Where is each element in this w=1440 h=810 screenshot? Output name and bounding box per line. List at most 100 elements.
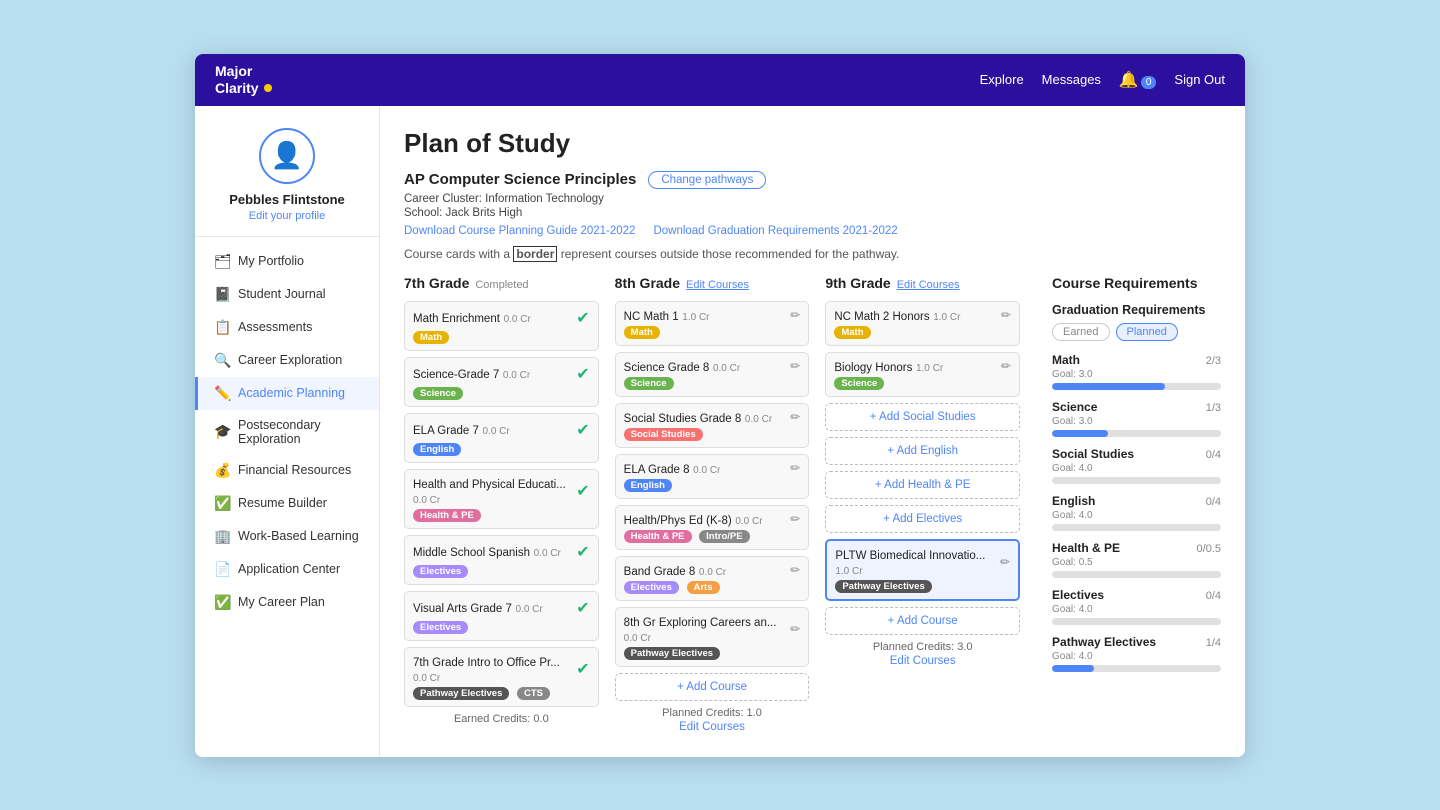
course-name: ELA Grade 7 (413, 425, 479, 437)
edit-icon[interactable]: ✏ (790, 308, 800, 322)
edit-icon[interactable]: ✏ (1001, 359, 1011, 373)
add-social-studies-button[interactable]: + Add Social Studies (825, 403, 1020, 431)
assessments-icon: 📋 (214, 319, 230, 336)
earned-toggle-button[interactable]: Earned (1052, 323, 1109, 341)
grade8-title: 8th Grade (615, 275, 680, 291)
edit-icon[interactable]: ✏ (790, 622, 800, 636)
notification-bell[interactable]: 🔔0 (1119, 70, 1156, 90)
sidebar-item-portfolio[interactable]: 🗂 My Portfolio (195, 245, 379, 278)
sidebar-item-workbased[interactable]: 🏢 Work-Based Learning (195, 520, 379, 553)
course-credits: 0.0 Cr (699, 567, 726, 578)
add-course-button[interactable]: + Add Course (615, 673, 810, 701)
grade8-edit-courses-link[interactable]: Edit Courses (615, 721, 810, 733)
edit-icon[interactable]: ✏ (790, 359, 800, 373)
course-name: Math Enrichment (413, 313, 500, 325)
school-name: School: Jack Brits High (404, 207, 1221, 219)
course-tag: Science (413, 387, 463, 400)
edit-icon[interactable]: ✏ (790, 512, 800, 526)
course-name: NC Math 1 (624, 311, 679, 323)
add-course-button-9[interactable]: + Add Course (825, 607, 1020, 635)
edit-icon[interactable]: ✏ (790, 410, 800, 424)
req-item-name: Science (1052, 400, 1097, 414)
sidebar-item-postsecondary[interactable]: 🎓 Postsecondary Exploration (195, 410, 379, 454)
messages-link[interactable]: Messages (1042, 72, 1101, 87)
careerplan-icon: ✅ (214, 594, 230, 611)
download-graduation-req-link[interactable]: Download Graduation Requirements 2021-20… (653, 225, 897, 237)
edit-profile-link[interactable]: Edit your profile (249, 210, 325, 222)
add-english-button[interactable]: + Add English (825, 437, 1020, 465)
add-health-pe-button[interactable]: + Add Health & PE (825, 471, 1020, 499)
course-card: Health/Phys Ed (K-8) 0.0 Cr ✏ Health & P… (615, 505, 810, 550)
explore-link[interactable]: Explore (980, 72, 1024, 87)
grade8-column: 8th Grade Edit Courses NC Math 1 1.0 Cr … (615, 275, 810, 733)
sidebar-item-careerplan[interactable]: ✅ My Career Plan (195, 586, 379, 619)
grade9-edit-courses-link[interactable]: Edit Courses (825, 655, 1020, 667)
logo-text-line1: Major (215, 63, 272, 80)
avatar-icon: 👤 (271, 140, 303, 171)
grade9-edit-link[interactable]: Edit Courses (897, 279, 960, 291)
course-name: Science-Grade 7 (413, 369, 499, 381)
sidebar-item-academic[interactable]: ✏️ Academic Planning (195, 377, 379, 410)
course-name: ELA Grade 8 (624, 464, 690, 476)
req-item-goal: Goal: 3.0 (1052, 369, 1221, 380)
course-tag: Health & PE (413, 509, 481, 522)
course-credits: 1.0 Cr (916, 363, 943, 374)
req-item-count: 0/4 (1206, 590, 1221, 602)
sidebar-item-financial[interactable]: 💰 Financial Resources (195, 454, 379, 487)
course-name: Science Grade 8 (624, 362, 710, 374)
course-credits: 1.0 Cr (933, 312, 960, 323)
main-layout: 👤 Pebbles Flintstone Edit your profile 🗂… (195, 106, 1245, 757)
course-card: Science Grade 8 0.0 Cr ✏ Science (615, 352, 810, 397)
course-card: Middle School Spanish 0.0 Cr ✔ Electives (404, 535, 599, 585)
sidebar-item-resume[interactable]: ✅ Resume Builder (195, 487, 379, 520)
req-item-goal: Goal: 3.0 (1052, 416, 1221, 427)
sidebar-item-career[interactable]: 🔍 Career Exploration (195, 344, 379, 377)
pathway-name: AP Computer Science Principles (404, 171, 636, 188)
top-nav: Major Clarity Explore Messages 🔔0 Sign O… (195, 54, 1245, 106)
sidebar-item-assessments[interactable]: 📋 Assessments (195, 311, 379, 344)
req-item-count: 0/4 (1206, 449, 1221, 461)
course-check-icon: ✔ (576, 598, 589, 618)
req-item-count: 0/0.5 (1197, 543, 1221, 555)
sidebar-item-label: My Career Plan (238, 595, 325, 609)
edit-icon[interactable]: ✏ (1000, 555, 1010, 569)
grade8-header: 8th Grade Edit Courses (615, 275, 810, 291)
course-tag: Electives (624, 581, 679, 594)
grade8-edit-link[interactable]: Edit Courses (686, 279, 749, 291)
logo-text-line2: Clarity (215, 80, 259, 97)
grade7-footer: Earned Credits: 0.0 (404, 713, 599, 725)
planned-toggle-button[interactable]: Planned (1116, 323, 1178, 341)
download-planning-guide-link[interactable]: Download Course Planning Guide 2021-2022 (404, 225, 635, 237)
req-bar-bg (1052, 618, 1221, 625)
edit-icon[interactable]: ✏ (790, 563, 800, 577)
add-electives-button[interactable]: + Add Electives (825, 505, 1020, 533)
resume-icon: ✅ (214, 495, 230, 512)
course-tag: Math (624, 326, 660, 339)
course-tag: Pathway Electives (413, 687, 509, 700)
border-note: Course cards with a border represent cou… (404, 247, 1221, 261)
req-bar-fill (1052, 665, 1094, 672)
requirements-panel: Course Requirements Graduation Requireme… (1036, 275, 1221, 682)
workbased-icon: 🏢 (214, 528, 230, 545)
sidebar-item-label: Work-Based Learning (238, 529, 359, 543)
course-credits: 1.0 Cr (835, 566, 862, 577)
change-pathway-button[interactable]: Change pathways (648, 171, 766, 189)
edit-icon[interactable]: ✏ (1001, 308, 1011, 322)
grade8-footer: Planned Credits: 1.0 Edit Courses (615, 707, 810, 733)
course-tag: English (413, 443, 461, 456)
sidebar-item-journal[interactable]: 📓 Student Journal (195, 278, 379, 311)
course-card: Biology Honors 1.0 Cr ✏ Science (825, 352, 1020, 397)
req-bar-fill (1052, 430, 1108, 437)
postsecondary-icon: 🎓 (214, 423, 230, 440)
course-check-icon: ✔ (576, 481, 589, 501)
sidebar-item-label: Financial Resources (238, 463, 351, 477)
sidebar-item-application[interactable]: 📄 Application Center (195, 553, 379, 586)
course-name: 8th Gr Exploring Careers an... (624, 617, 777, 629)
edit-icon[interactable]: ✏ (790, 461, 800, 475)
req-item-name: Electives (1052, 588, 1104, 602)
req-bar-bg (1052, 571, 1221, 578)
sign-out-link[interactable]: Sign Out (1174, 72, 1225, 87)
journal-icon: 📓 (214, 286, 230, 303)
course-card: Science-Grade 7 0.0 Cr ✔ Science (404, 357, 599, 407)
course-credits: 0.0 Cr (624, 633, 651, 644)
